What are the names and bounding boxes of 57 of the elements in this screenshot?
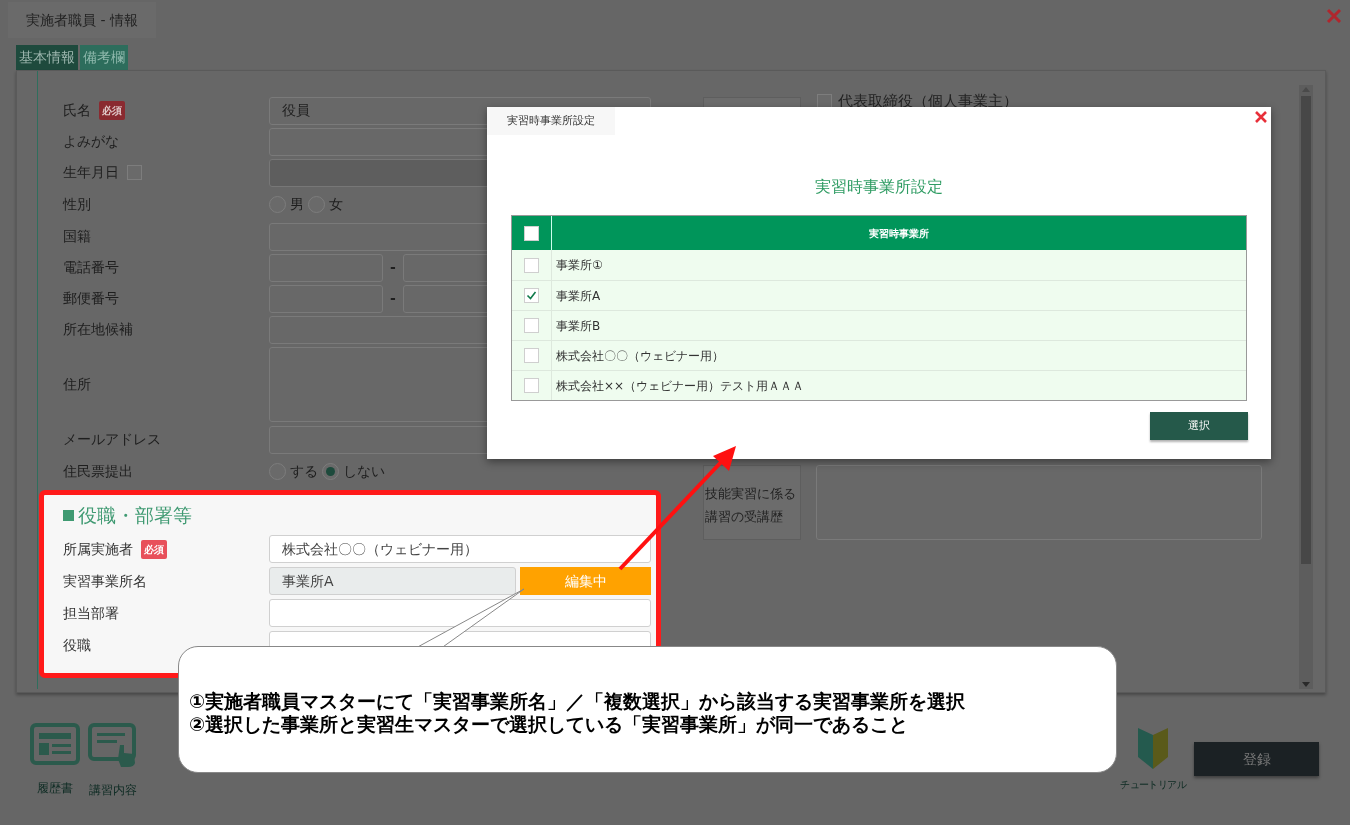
field-label: 住民票提出 — [63, 462, 133, 481]
field-label: 国籍 — [63, 227, 91, 246]
footer-link-label: 履歴書 — [37, 780, 73, 797]
footer-link[interactable]: 履歴書 — [30, 723, 80, 799]
radio-label: しない — [343, 462, 385, 481]
field-label: 所属実施者 — [63, 539, 133, 559]
column-header: 実習時事業所 — [868, 226, 930, 241]
table-cell-text: 株式会社〇〇（ウェビナー用） — [555, 347, 725, 365]
footer-link-label: 講習内容 — [89, 782, 137, 799]
required-badge: 必須 — [141, 539, 167, 559]
field-label: 実習事業所名 — [63, 571, 147, 591]
separator: - — [390, 289, 396, 308]
field-label: 氏名 — [63, 101, 91, 120]
register-button[interactable]: 登録 — [1194, 742, 1319, 776]
radio-label: 男 — [290, 195, 304, 214]
tutorial-button[interactable]: チュートリアル — [1120, 727, 1186, 792]
field-label: 役職 — [63, 635, 91, 655]
window-title: 実施者職員 - 情報 — [8, 2, 156, 38]
radio-button[interactable] — [322, 463, 339, 480]
table-cell-text: 事業所① — [555, 257, 604, 274]
history-label: 技能実習に係る講習の受講歴 — [705, 485, 797, 526]
document-icon — [30, 723, 80, 765]
field-label: 性別 — [63, 195, 91, 214]
table-cell-text: 事業所A — [555, 287, 602, 305]
check-icon — [526, 290, 537, 301]
radio-label: する — [290, 462, 318, 481]
field-label: メールアドレス — [63, 430, 161, 449]
field-label: 電話番号 — [63, 258, 119, 277]
tab[interactable]: 基本情報 — [16, 45, 78, 70]
modal-heading: 実習時事業所設定 — [815, 176, 943, 198]
footer-link[interactable]: 講習内容 — [88, 723, 138, 799]
callout-text: ①実施者職員マスターにて「実習事業所名」／「複数選択」から該当する実習事業所を選択 — [189, 689, 967, 713]
editing-button[interactable]: 編集中 — [520, 567, 651, 595]
table-cell-text: 事業所B — [555, 317, 602, 335]
scroll-down-icon[interactable] — [1302, 682, 1310, 687]
required-badge: 必須 — [99, 101, 125, 120]
field-label: 生年月日 — [63, 163, 119, 182]
field-label: 担当部署 — [63, 603, 119, 623]
beginner-mark-icon — [1136, 727, 1171, 771]
square-icon — [63, 509, 74, 521]
table-cell-text: 株式会社××（ウェビナー用）テスト用ＡＡＡ — [555, 377, 806, 395]
section-title: 役職・部署等 — [78, 502, 192, 528]
close-icon[interactable] — [1254, 110, 1268, 124]
callout-text: ②選択した事業所と実習生マスターで選択している「実習事業所」が同一であること — [189, 712, 910, 736]
separator: - — [390, 258, 396, 277]
tab[interactable]: 備考欄 — [80, 45, 128, 70]
text-field[interactable]: 株式会社〇〇（ウェビナー用） — [269, 535, 651, 563]
radio-label: 女 — [329, 195, 343, 214]
select-button[interactable]: 選択 — [1150, 412, 1248, 440]
field-value: 役員 — [282, 101, 310, 120]
field-value: 株式会社〇〇（ウェビナー用） — [282, 539, 478, 559]
field-label: 所在地候補 — [63, 320, 133, 339]
screen-touch-icon — [88, 723, 138, 767]
field-label: 郵便番号 — [63, 289, 119, 308]
field-label: 住所 — [63, 375, 91, 394]
readonly-field: 事業所A — [269, 567, 516, 595]
field-label: よみがな — [63, 132, 119, 151]
